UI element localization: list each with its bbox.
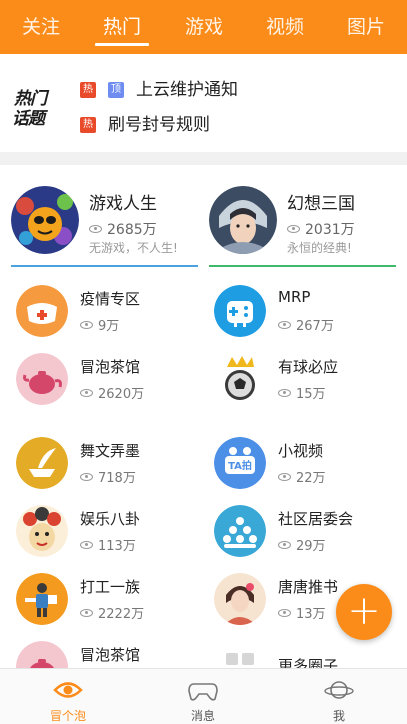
- notice-text: 上云维护通知: [136, 80, 238, 100]
- fantasy-three-kingdoms-avatar: [209, 186, 277, 254]
- notice-text: 刷号封号规则: [108, 115, 210, 135]
- circle-views: 113万: [80, 535, 136, 554]
- eye-icon: [287, 225, 300, 233]
- circle-item-teahouse[interactable]: 冒泡茶馆 2620万: [16, 353, 206, 409]
- featured-accent-line: [209, 265, 396, 267]
- hot-topics-panel: 热门 话题 热 顶 上云维护通知 热 刷号封号规则: [0, 54, 407, 152]
- nav-label: 我: [332, 709, 345, 723]
- eye-icon: [89, 225, 102, 233]
- nav-messages[interactable]: 消息: [153, 669, 253, 724]
- circle-views: 267万: [278, 315, 334, 334]
- soccer-ball-icon: [214, 353, 266, 405]
- ink-brush-icon: [16, 437, 68, 489]
- notice-item[interactable]: 热 刷号封号规则: [80, 114, 380, 136]
- circle-views: 2620万: [80, 383, 144, 402]
- tab-follow[interactable]: 关注: [6, 13, 76, 43]
- circle-views: 29万: [278, 535, 326, 554]
- teapot-icon: [16, 353, 68, 405]
- circle-views: 13万: [278, 603, 326, 622]
- bottom-nav: 冒个泡 消息 我: [0, 668, 407, 724]
- eye-icon: [80, 321, 93, 329]
- book-girl-icon: [214, 573, 266, 625]
- nav-label: 冒个泡: [49, 709, 86, 723]
- circle-name: 唐唐推书: [278, 578, 339, 596]
- opera-mask-icon: [16, 505, 68, 557]
- eye-icon: [80, 541, 93, 549]
- circle-name: 更多圈子: [278, 657, 339, 668]
- circle-item-more[interactable]: 更多圈子: [214, 641, 404, 668]
- tab-pictures[interactable]: 图片: [331, 13, 401, 43]
- eye-icon: [80, 609, 93, 617]
- circle-item-short-video[interactable]: TA拍 小视频 22万: [214, 437, 404, 493]
- section-divider: [0, 152, 407, 165]
- ta-pai-icon: TA拍: [214, 437, 266, 489]
- eye-icon: [278, 541, 291, 549]
- circle-views: 15万: [278, 383, 326, 402]
- featured-accent-line: [11, 265, 198, 267]
- circle-name: 舞文弄墨: [80, 442, 141, 460]
- featured-desc: 无游戏，不人生!: [89, 241, 178, 255]
- eye-icon: [278, 473, 291, 481]
- top-badge: 顶: [108, 82, 124, 98]
- notice-item[interactable]: 热 顶 上云维护通知: [80, 79, 380, 101]
- eye-icon: [53, 679, 83, 701]
- eye-icon: [80, 389, 93, 397]
- eye-icon: [278, 321, 291, 329]
- hot-badge: 热: [80, 117, 96, 133]
- community-icon: [214, 505, 266, 557]
- circle-name: 冒泡茶馆: [80, 358, 141, 376]
- circle-name: 社区居委会: [278, 510, 354, 528]
- featured-desc: 永恒的经典!: [287, 241, 352, 255]
- eye-icon: [80, 473, 93, 481]
- nav-label: 消息: [190, 709, 215, 723]
- top-tab-bar: 关注 热门 游戏 视频 图片: [0, 0, 407, 54]
- circle-item-ball[interactable]: 有球必应 15万: [214, 353, 404, 409]
- eye-icon: [278, 389, 291, 397]
- more-icon: [214, 641, 266, 668]
- gamepad-icon: [188, 679, 218, 701]
- game-life-avatar: [11, 186, 79, 254]
- hot-badge: 热: [80, 82, 96, 98]
- circle-item-epidemic[interactable]: 疫情专区 9万: [16, 285, 206, 341]
- add-post-button[interactable]: +: [336, 584, 392, 640]
- circle-item-writing[interactable]: 舞文弄墨 718万: [16, 437, 206, 493]
- circle-item-community[interactable]: 社区居委会 29万: [214, 505, 404, 561]
- featured-name: 游戏人生: [89, 194, 157, 214]
- nav-bubble[interactable]: 冒个泡: [18, 669, 118, 724]
- eye-icon: [278, 609, 291, 617]
- tab-hot[interactable]: 热门: [87, 13, 157, 43]
- circle-item-mrp[interactable]: MRP 267万: [214, 285, 404, 341]
- circle-views: 22万: [278, 467, 326, 486]
- circle-item-entertainment[interactable]: 娱乐八卦 113万: [16, 505, 206, 561]
- circle-name: 疫情专区: [80, 290, 141, 308]
- worker-icon: [16, 573, 68, 625]
- circle-name: 小视频: [278, 442, 324, 460]
- tab-games[interactable]: 游戏: [169, 13, 239, 43]
- circle-name: 有球必应: [278, 358, 339, 376]
- circle-name: MRP: [278, 288, 311, 306]
- circle-views: 2222万: [80, 603, 144, 622]
- circle-name: 打工一族: [80, 578, 141, 596]
- circle-name: 娱乐八卦: [80, 510, 141, 528]
- featured-views: 2685万: [89, 219, 157, 239]
- tab-videos[interactable]: 视频: [250, 13, 320, 43]
- active-tab-indicator: [95, 43, 149, 46]
- gamepad-icon: [214, 285, 266, 337]
- featured-circle-fantasy-three-kingdoms[interactable]: 幻想三国 2031万 永恒的经典!: [209, 184, 399, 268]
- featured-circle-game-life[interactable]: 游戏人生 2685万 无游戏，不人生!: [11, 184, 201, 268]
- planet-icon: [324, 679, 354, 701]
- mask-icon: [16, 285, 68, 337]
- circle-name: 冒泡茶馆: [80, 646, 141, 664]
- featured-views: 2031万: [287, 219, 355, 239]
- circle-item-teahouse-2[interactable]: 冒泡茶馆: [16, 641, 206, 668]
- circle-item-workers[interactable]: 打工一族 2222万: [16, 573, 206, 629]
- nav-me[interactable]: 我: [289, 669, 389, 724]
- featured-name: 幻想三国: [287, 194, 355, 214]
- hot-topics-logo: 热门 话题: [12, 84, 58, 129]
- circle-views: 718万: [80, 467, 136, 486]
- ta-pai-label: TA拍: [228, 459, 252, 472]
- teapot-icon: [16, 641, 68, 668]
- circle-views: 9万: [80, 315, 119, 334]
- hot-topics-logo-line2: 话题: [12, 109, 45, 129]
